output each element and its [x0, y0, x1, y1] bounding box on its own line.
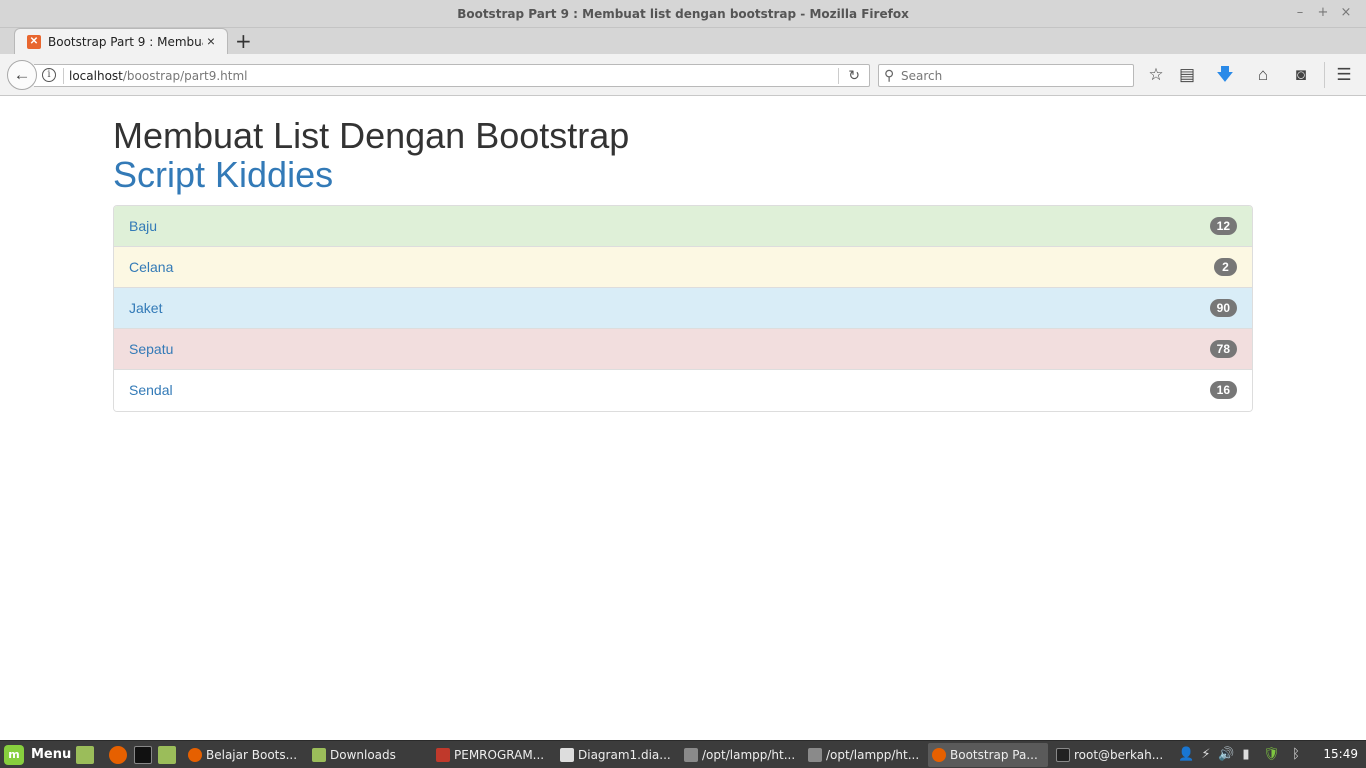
taskbar-task[interactable]: /opt/lampp/ht... — [680, 743, 798, 767]
dia-icon — [560, 748, 574, 762]
list-item[interactable]: Jaket 90 — [114, 288, 1252, 329]
list-item[interactable]: Celana 2 — [114, 247, 1252, 288]
hamburger-icon[interactable]: ☰ — [1333, 64, 1355, 86]
home-icon[interactable]: ⌂ — [1252, 64, 1274, 86]
list-item-label: Sepatu — [129, 341, 174, 357]
maximize-button[interactable]: + — [1314, 5, 1332, 20]
shield-icon[interactable]: 🛡 — [1263, 747, 1280, 763]
firefox-launcher-icon[interactable] — [109, 746, 127, 764]
mint-logo-icon: m — [4, 745, 24, 765]
taskbar-task[interactable]: /opt/lampp/ht... — [804, 743, 922, 767]
network-icon[interactable]: ⚡ — [1198, 747, 1214, 763]
window-title: Bootstrap Part 9 : Membuat list dengan b… — [457, 7, 909, 21]
clock[interactable]: 15:49 — [1323, 747, 1358, 761]
pocket-icon[interactable]: ◙ — [1290, 64, 1312, 86]
url-bar[interactable]: i localhost/boostrap/part9.html ↻ — [34, 64, 870, 87]
tab-strip: ✕ Bootstrap Part 9 : Membuat list dengan… — [0, 28, 1366, 55]
bluetooth-icon[interactable]: ᛒ — [1288, 747, 1304, 763]
taskbar: m Menu Belajar Boots... Downloads PEMROG… — [0, 740, 1366, 768]
back-arrow-icon: ← — [13, 65, 31, 84]
list-item[interactable]: Sepatu 78 — [114, 329, 1252, 370]
minimize-button[interactable]: – — [1291, 5, 1309, 20]
task-label: PEMROGRAM... — [454, 748, 545, 762]
task-label: /opt/lampp/ht... — [826, 748, 920, 762]
taskbar-task[interactable]: root@berkah... — [1052, 743, 1170, 767]
volume-icon[interactable]: 🔊 — [1218, 747, 1234, 763]
badge: 16 — [1209, 381, 1237, 399]
page-subtitle: Script Kiddies — [113, 154, 334, 195]
search-bar[interactable]: ⚲ — [878, 64, 1134, 87]
terminal-icon — [1056, 748, 1070, 762]
close-window-button[interactable]: × — [1337, 5, 1355, 20]
user-icon[interactable]: 👤 — [1178, 747, 1194, 763]
document-icon — [436, 748, 450, 762]
taskbar-task[interactable]: Diagram1.dia... — [556, 743, 674, 767]
badge: 12 — [1209, 217, 1237, 235]
task-label: Belajar Boots... — [206, 748, 298, 762]
page-title: Membuat List Dengan Bootstrap — [113, 115, 630, 156]
navigation-toolbar: i localhost/boostrap/part9.html ↻ ← ⚲ ☆ … — [0, 54, 1366, 96]
new-tab-button[interactable]: + — [235, 29, 252, 53]
list-item[interactable]: Sendal 16 — [114, 370, 1252, 411]
search-icon: ⚲ — [884, 67, 895, 83]
tab-close-icon[interactable]: × — [207, 33, 215, 49]
url-path: /boostrap/part9.html — [122, 69, 248, 83]
reload-separator — [838, 68, 839, 84]
badge: 2 — [1214, 258, 1237, 276]
url-host: localhost — [69, 69, 123, 83]
url-text[interactable]: localhost/boostrap/part9.html — [69, 69, 248, 83]
reload-icon[interactable]: ↻ — [848, 67, 860, 84]
terminal-launcher-icon[interactable] — [134, 746, 152, 764]
task-label: Downloads — [330, 748, 396, 762]
list-item-label: Sendal — [129, 382, 173, 398]
files-launcher-icon[interactable] — [158, 746, 176, 764]
taskbar-task[interactable]: Downloads — [308, 743, 426, 767]
firefox-icon — [932, 748, 946, 762]
sublime-icon — [808, 748, 822, 762]
clipboard-icon[interactable]: ▤ — [1176, 64, 1198, 86]
battery-icon[interactable]: ▮ — [1238, 747, 1254, 763]
download-arrow-icon[interactable]: 🡇 — [1214, 64, 1236, 86]
list-item-label: Celana — [129, 259, 174, 275]
list-item-label: Baju — [129, 218, 158, 234]
list-item-label: Jaket — [129, 300, 163, 316]
badge: 78 — [1209, 340, 1237, 358]
star-icon[interactable]: ☆ — [1145, 64, 1167, 86]
task-label: Bootstrap Pa... — [950, 748, 1038, 762]
taskbar-task[interactable]: PEMROGRAM... — [432, 743, 550, 767]
list-item[interactable]: Baju 12 — [114, 206, 1252, 247]
task-label: root@berkah... — [1074, 748, 1164, 762]
task-label: Diagram1.dia... — [578, 748, 671, 762]
firefox-icon — [188, 748, 202, 762]
back-button[interactable]: ← — [7, 60, 37, 90]
search-input[interactable] — [901, 67, 1129, 84]
toolbar-separator — [1324, 62, 1325, 88]
window-titlebar: Bootstrap Part 9 : Membuat list dengan b… — [0, 0, 1366, 28]
taskbar-task[interactable]: Belajar Boots... — [184, 743, 302, 767]
folder-icon — [312, 748, 326, 762]
sublime-icon — [684, 748, 698, 762]
taskbar-task[interactable]: Bootstrap Pa... — [928, 743, 1048, 767]
xampp-favicon-icon: ✕ — [27, 35, 41, 49]
page-content: Membuat List Dengan Bootstrap Script Kid… — [113, 96, 1253, 412]
list-group: Baju 12 Celana 2 Jaket 90 Sepatu 78 Send… — [113, 205, 1253, 412]
tab-bootstrap-part9[interactable]: ✕ Bootstrap Part 9 : Membuat list dengan… — [14, 28, 228, 55]
show-desktop-icon[interactable] — [76, 746, 94, 764]
menu-label: Menu — [31, 747, 72, 762]
task-label: /opt/lampp/ht... — [702, 748, 796, 762]
info-icon[interactable]: i — [42, 68, 56, 82]
tab-label: Bootstrap Part 9 : Membuat list dengan b… — [48, 35, 203, 49]
url-separator — [63, 68, 64, 84]
badge: 90 — [1209, 299, 1237, 317]
